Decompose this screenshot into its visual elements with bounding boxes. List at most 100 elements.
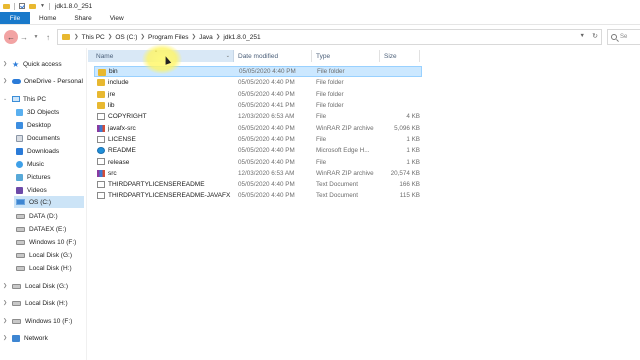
refresh-icon[interactable]: ↻ [592,32,598,40]
file-name: LICENSE [108,135,136,143]
nav-local-disk-h[interactable]: Local Disk (H:) [16,262,72,274]
nav-item-label: 3D Objects [27,108,60,116]
expand-chevron-icon[interactable]: ❯ [3,61,7,67]
tab-view[interactable]: View [101,12,133,24]
window-title: jdk1.8.0_251 [54,2,93,10]
nav-quick-access[interactable]: ❯ ★ Quick access [3,58,62,70]
3d-objects-icon [16,108,23,116]
file-row[interactable]: bin 05/05/2020 4:40 PM File folder [94,66,422,78]
breadcrumb-this-pc[interactable]: This PC [82,34,105,41]
nav-downloads[interactable]: Downloads [16,145,59,157]
file-type: Microsoft Edge H... [316,147,370,155]
file-type: File folder [316,102,344,110]
column-filter-chevron-icon[interactable]: ⌄ [226,53,230,59]
search-box[interactable]: Se [607,29,640,45]
file-type: File folder [317,68,345,76]
column-name-label: Name [96,52,114,60]
breadcrumb-program-files[interactable]: Program Files [148,34,188,41]
folder-icon [97,79,105,87]
nav-documents[interactable]: Documents [16,132,60,144]
cloud-icon [12,78,21,84]
file-date: 05/05/2020 4:40 PM [238,135,295,143]
new-folder-icon[interactable] [29,3,36,9]
file-row[interactable]: LICENSE 05/05/2020 4:40 PM File 1 KB [94,134,422,145]
file-row[interactable]: jre 05/05/2020 4:40 PM File folder [94,89,422,100]
forward-button[interactable]: → [18,31,30,43]
nav-network[interactable]: ❯ Network [3,332,48,344]
file-row[interactable]: include 05/05/2020 4:40 PM File folder [94,77,422,88]
nav-local-disk-g-root[interactable]: ❯ Local Disk (G:) [3,280,68,292]
expand-chevron-icon[interactable]: ❯ [3,318,7,324]
nav-item-label: Documents [27,134,60,142]
file-type: File [316,135,327,143]
nav-videos[interactable]: Videos [16,184,47,196]
videos-icon [16,186,23,194]
nav-local-disk-g[interactable]: Local Disk (G:) [16,249,72,261]
column-date-header[interactable]: Date modified [234,50,312,62]
nav-3d-objects[interactable]: 3D Objects [16,106,59,118]
address-bar[interactable]: ❯ This PC ❯ OS (C:) ❯ Program Files ❯ Ja… [57,29,602,45]
column-type-label: Type [316,52,331,60]
folder-icon [97,90,105,98]
file-row[interactable]: src 12/03/2020 6:53 AM WinRAR ZIP archiv… [94,168,422,179]
file-name: javafx-src [108,124,136,132]
back-button[interactable]: ← [4,30,18,44]
file-size: 20,574 KB [390,169,420,177]
file-row[interactable]: README 05/05/2020 4:40 PM Microsoft Edge… [94,145,422,156]
customize-quick-access-icon[interactable]: ▼ [40,3,45,9]
breadcrumb-chevron-icon[interactable]: ❯ [74,34,79,40]
expand-chevron-icon[interactable]: ❯ [3,283,7,289]
tab-home[interactable]: Home [30,12,65,24]
file-date: 12/03/2020 6:53 AM [238,169,295,177]
star-icon: ★ [12,59,20,69]
expand-chevron-icon[interactable]: ❯ [3,300,7,306]
file-row[interactable]: lib 05/05/2020 4:41 PM File folder [94,100,422,111]
nav-pictures[interactable]: Pictures [16,171,50,183]
nav-dataex-e[interactable]: DATAEX (E:) [16,223,66,235]
folder-icon [62,34,70,40]
breadcrumb-java[interactable]: Java [199,34,213,41]
expand-chevron-icon[interactable]: ❯ [3,335,7,341]
nav-this-pc[interactable]: ⌄ This PC [3,93,46,105]
nav-onedrive[interactable]: ❯ OneDrive - Personal [3,75,83,87]
tab-file[interactable]: File [0,12,30,24]
expand-chevron-icon[interactable]: ❯ [3,78,7,84]
column-type-header[interactable]: Type [312,50,380,62]
tab-share[interactable]: Share [65,12,100,24]
nav-windows10-f-root[interactable]: ❯ Windows 10 (F:) [3,315,72,327]
breadcrumb-os-c[interactable]: OS (C:) [115,34,137,41]
file-row[interactable]: THIRDPARTYLICENSEREADME 05/05/2020 4:40 … [94,179,422,190]
file-date: 05/05/2020 4:40 PM [238,181,295,189]
recent-locations-button[interactable]: ▼ [30,31,42,43]
file-row[interactable]: javafx-src 05/05/2020 4:40 PM WinRAR ZIP… [94,123,422,134]
breadcrumb-jdk[interactable]: jdk1.8.0_251 [223,34,260,41]
breadcrumb-chevron-icon[interactable]: ❯ [140,34,145,40]
nav-desktop[interactable]: Desktop [16,119,51,131]
address-history-chevron-icon[interactable]: ▼ [580,33,585,39]
breadcrumb-chevron-icon[interactable]: ❯ [216,34,221,40]
file-row[interactable]: release 05/05/2020 4:40 PM File 1 KB [94,156,422,167]
nav-os-c[interactable]: OS (C:) [14,196,84,208]
breadcrumb-chevron-icon[interactable]: ❯ [191,34,196,40]
cursor-highlight [142,44,182,74]
nav-music[interactable]: Music [16,158,44,170]
pane-divider [86,48,87,360]
file-row[interactable]: COPYRIGHT 12/03/2020 6:53 AM File 4 KB [94,111,422,122]
file-name: THIRDPARTYLICENSEREADME [108,181,205,189]
nav-windows10-f[interactable]: Windows 10 (F:) [16,236,76,248]
up-button[interactable]: ↑ [42,31,54,43]
downloads-icon [16,147,23,155]
nav-data-d[interactable]: DATA (D:) [16,210,58,222]
file-icon [97,135,105,143]
properties-icon[interactable] [19,3,25,9]
nav-local-disk-h-root[interactable]: ❯ Local Disk (H:) [3,297,68,309]
file-size: 115 KB [399,192,420,200]
documents-icon [16,134,23,142]
file-name: include [108,79,129,87]
nav-item-label: Local Disk (H:) [29,264,72,272]
breadcrumb-chevron-icon[interactable]: ❯ [108,34,113,40]
collapse-chevron-icon[interactable]: ⌄ [3,96,7,102]
back-arrow-icon: ← [7,32,15,42]
column-size-header[interactable]: Size [380,50,420,62]
file-row[interactable]: THIRDPARTYLICENSEREADME-JAVAFX 05/05/202… [94,190,422,201]
